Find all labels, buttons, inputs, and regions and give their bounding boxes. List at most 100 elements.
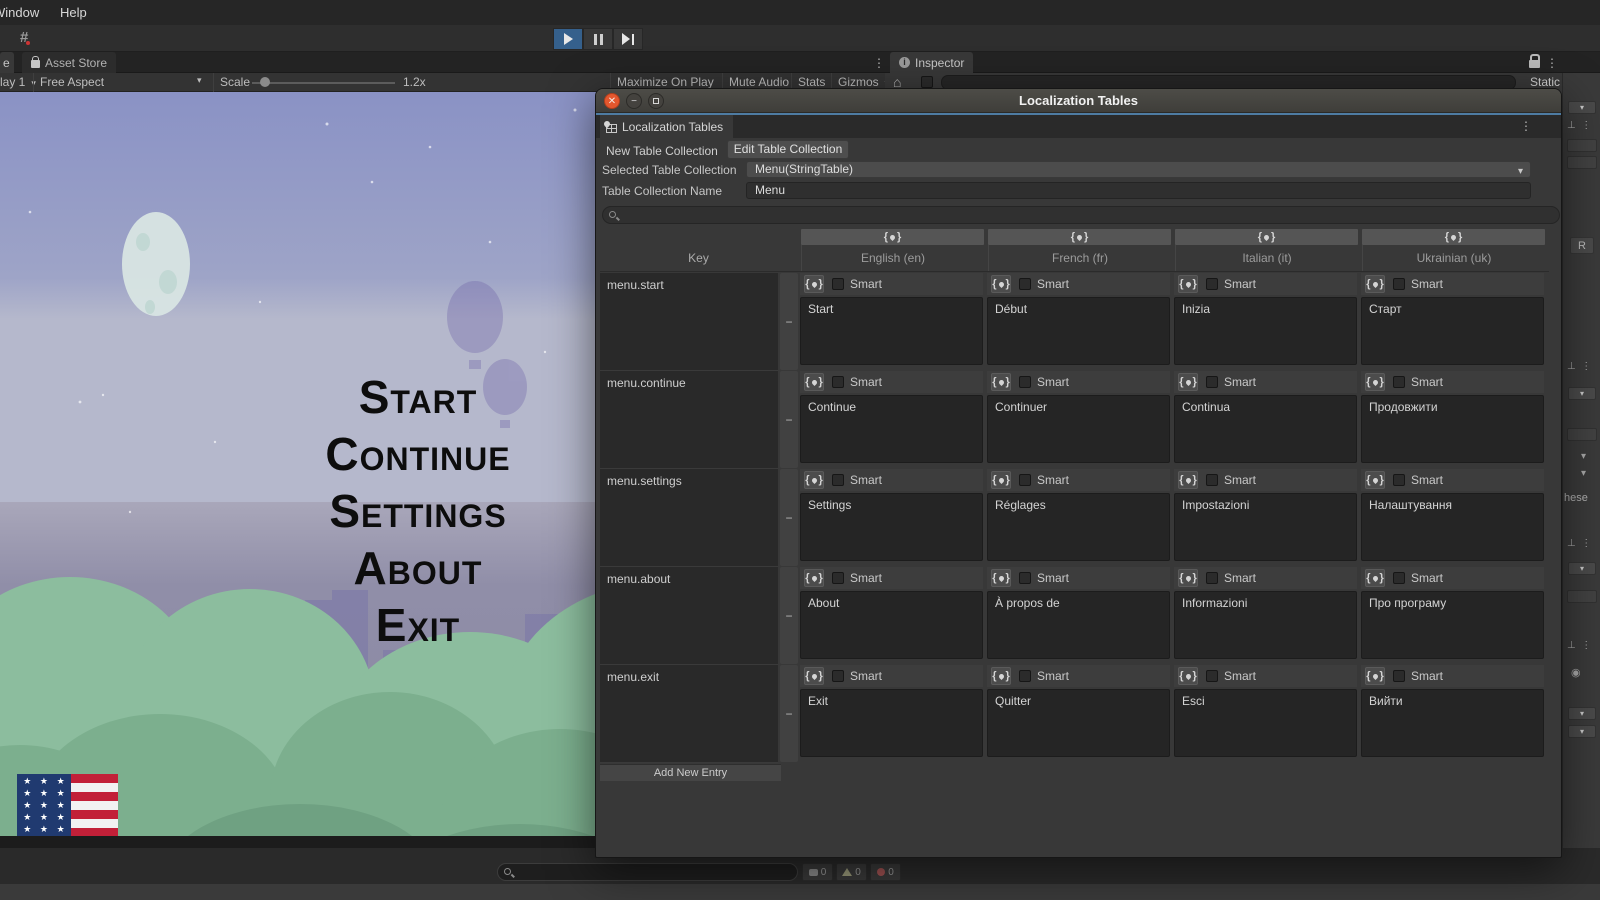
translation-textarea[interactable]: Informazioni [1174,591,1357,659]
translation-textarea[interactable]: Exit [800,689,983,757]
column-metadata-button[interactable] [1175,229,1358,245]
column-header[interactable]: French (fr) [988,245,1171,271]
metadata-button[interactable] [991,667,1011,685]
metadata-button[interactable] [991,569,1011,587]
collection-name-field[interactable]: Menu [746,182,1531,199]
preset-kebab-icons[interactable]: ⊥ ⋮ [1567,361,1591,372]
metadata-button[interactable] [1365,373,1385,391]
translation-textarea[interactable]: About [800,591,983,659]
window-kebab-icon[interactable]: ⋮ [1520,119,1532,133]
column-metadata-button[interactable] [1362,229,1545,245]
smart-checkbox[interactable] [1019,376,1031,388]
smart-checkbox[interactable] [1206,376,1218,388]
translation-textarea[interactable]: À propos de [987,591,1170,659]
aspect-dropdown[interactable]: Free Aspect [40,75,104,89]
menu-help[interactable]: Help [60,5,87,20]
translation-textarea[interactable]: Settings [800,493,983,561]
grid-snap-tool-icon[interactable]: # [20,29,28,46]
remove-entry-button[interactable]: − [785,611,792,621]
metadata-button[interactable] [991,373,1011,391]
metadata-button[interactable] [1365,471,1385,489]
add-new-entry-button[interactable]: Add New Entry [600,764,781,781]
smart-checkbox[interactable] [832,670,844,682]
r-button[interactable]: R [1570,237,1594,254]
game-menu-item[interactable]: Start [228,370,608,427]
row-handle[interactable]: − [780,371,798,468]
translation-textarea[interactable]: Налаштування [1361,493,1544,561]
strip-field[interactable] [1567,428,1597,441]
game-menu-item[interactable]: Exit [228,598,608,655]
translation-textarea[interactable]: Impostazioni [1174,493,1357,561]
smart-checkbox[interactable] [1393,376,1405,388]
translation-textarea[interactable]: Вийти [1361,689,1544,757]
maximize-on-play-toggle[interactable]: Maximize On Play [617,75,714,89]
smart-checkbox[interactable] [1019,474,1031,486]
console-error-toggle[interactable]: 0 [870,863,901,881]
remove-entry-button[interactable]: − [785,317,792,327]
console-warning-toggle[interactable]: 0 [836,863,867,881]
smart-checkbox[interactable] [832,474,844,486]
strip-dropdown-icon[interactable] [1568,101,1596,114]
display-dropdown[interactable]: lay 1 [0,75,36,89]
translation-textarea[interactable]: Début [987,297,1170,365]
preset-kebab-icons[interactable]: ⊥ ⋮ [1567,120,1591,131]
metadata-button[interactable] [1365,667,1385,685]
step-button[interactable] [613,28,643,50]
row-handle[interactable]: − [780,273,798,370]
inspector-lock-icon[interactable] [1529,60,1540,68]
smart-checkbox[interactable] [1393,474,1405,486]
smart-checkbox[interactable] [1393,670,1405,682]
metadata-button[interactable] [1365,569,1385,587]
console-message-toggle[interactable]: 0 [802,863,833,881]
column-header[interactable]: Ukrainian (uk) [1362,245,1545,271]
key-cell[interactable]: menu.exit [600,665,778,763]
strip-dropdown-icon[interactable] [1568,707,1596,720]
column-header[interactable]: English (en) [801,245,984,271]
translation-textarea[interactable]: Continuer [987,395,1170,463]
strip-field[interactable] [1567,156,1597,169]
remove-entry-button[interactable]: − [785,709,792,719]
metadata-button[interactable] [1178,569,1198,587]
metadata-button[interactable] [804,373,824,391]
us-flag-locale-button[interactable]: ★★★★★★★★★★★★★★★ [17,774,118,836]
smart-checkbox[interactable] [1019,572,1031,584]
smart-checkbox[interactable] [1206,572,1218,584]
scale-slider[interactable] [252,82,395,84]
smart-checkbox[interactable] [832,572,844,584]
metadata-button[interactable] [1178,275,1198,293]
metadata-button[interactable] [1178,373,1198,391]
metadata-button[interactable] [1178,471,1198,489]
strip-dropdown-icon[interactable] [1568,725,1596,738]
new-table-collection-button[interactable]: New Table Collection [600,142,724,160]
metadata-button[interactable] [804,569,824,587]
smart-checkbox[interactable] [1206,670,1218,682]
preset-kebab-icons[interactable]: ⊥ ⋮ [1567,640,1591,651]
column-metadata-button[interactable] [988,229,1171,245]
translation-textarea[interactable]: Продовжити [1361,395,1544,463]
dropdown-arrow-icon[interactable]: ▾ [1581,468,1586,479]
tab-inspector[interactable]: i Inspector [890,52,973,73]
key-cell[interactable]: menu.start [600,273,778,371]
translation-textarea[interactable]: Inizia [1174,297,1357,365]
smart-checkbox[interactable] [1019,670,1031,682]
edit-table-collection-button[interactable]: Edit Table Collection [727,140,849,159]
strip-field[interactable] [1567,590,1597,603]
mute-audio-toggle[interactable]: Mute Audio [729,75,789,89]
tab-game-partial[interactable]: e [0,52,14,73]
remove-entry-button[interactable]: − [785,513,792,523]
play-button[interactable] [553,28,583,50]
strip-dropdown-icon[interactable] [1568,562,1596,575]
game-menu-item[interactable]: Continue [228,427,608,484]
eye-icon[interactable]: ◉ [1571,666,1581,679]
smart-checkbox[interactable] [1206,278,1218,290]
metadata-button[interactable] [1365,275,1385,293]
console-search-input[interactable] [497,863,798,881]
tab-asset-store[interactable]: Asset Store [22,52,116,73]
selected-collection-dropdown[interactable]: Menu(StringTable) [746,161,1531,178]
smart-checkbox[interactable] [1019,278,1031,290]
localization-tables-tab[interactable]: Localization Tables [600,115,733,138]
smart-checkbox[interactable] [1393,572,1405,584]
game-menu-item[interactable]: About [228,541,608,598]
smart-checkbox[interactable] [1206,474,1218,486]
metadata-button[interactable] [1178,667,1198,685]
